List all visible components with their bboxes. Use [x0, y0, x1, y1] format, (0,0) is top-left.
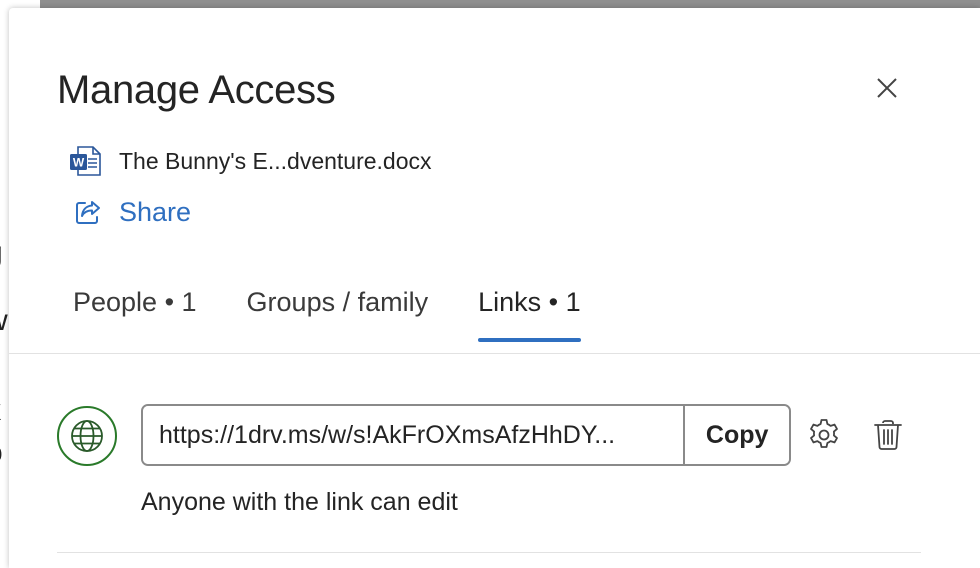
close-icon: [877, 78, 897, 98]
copy-button[interactable]: Copy: [683, 406, 789, 464]
share-label: Share: [119, 196, 192, 227]
share-button[interactable]: Share: [73, 194, 191, 230]
tab-groups-family[interactable]: Groups / family: [247, 282, 429, 342]
link-url-input[interactable]: [143, 406, 684, 464]
file-row: W The Bunny's E...dventure.docx: [69, 144, 432, 178]
tab-people[interactable]: People • 1: [73, 282, 197, 342]
delete-link-button[interactable]: [869, 416, 907, 454]
trash-icon: [874, 420, 902, 450]
manage-access-dialog: Manage Access W The Bunny's E...dventure…: [9, 8, 980, 568]
link-permission-text: Anyone with the link can edit: [141, 488, 458, 516]
word-doc-icon: W: [70, 146, 101, 176]
svg-text:W: W: [73, 156, 85, 170]
tab-divider: [9, 353, 980, 354]
tab-bar: People • 1 Groups / family Links • 1: [73, 282, 631, 352]
globe-icon: [71, 420, 103, 452]
link-type-badge: [57, 406, 117, 466]
link-field-group: Copy: [141, 404, 791, 466]
file-name: The Bunny's E...dventure.docx: [119, 147, 432, 174]
link-settings-button[interactable]: [805, 416, 843, 454]
share-icon: [76, 201, 100, 224]
close-button[interactable]: [871, 72, 903, 104]
tab-links[interactable]: Links • 1: [478, 282, 581, 342]
gear-icon: [810, 419, 838, 448]
dialog-title: Manage Access: [57, 68, 336, 112]
link-row-divider: [57, 552, 921, 553]
